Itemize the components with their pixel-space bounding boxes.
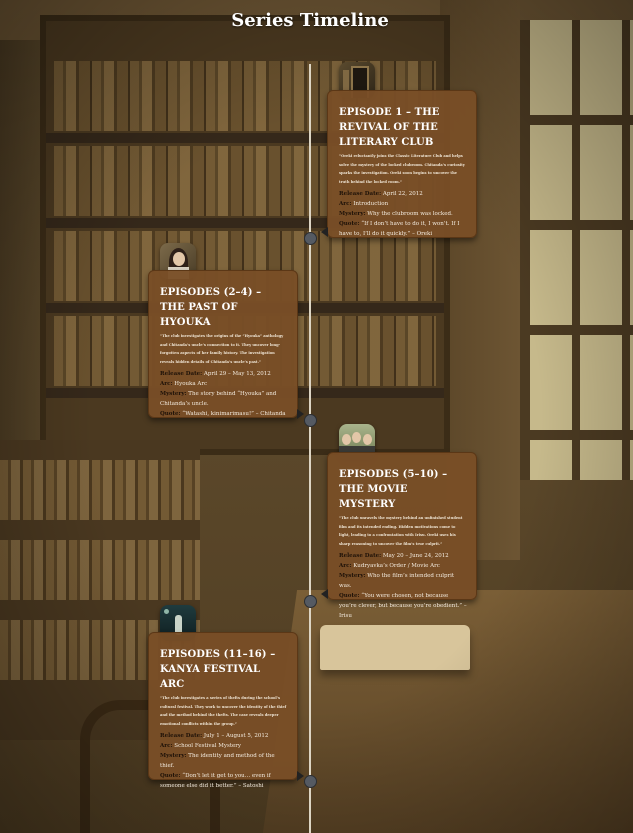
event-description: “The club investigates a series of theft… <box>160 696 287 726</box>
event-description: “The club unravels the mystery behind an… <box>339 516 463 546</box>
event-quote-row: Quote: “You were chosen, not because you… <box>339 593 467 619</box>
page-title: Series Timeline <box>231 10 389 31</box>
event-release-row: Release Date: May 20 – June 24, 2012 <box>339 553 449 559</box>
event-arc-row: Arc: School Festival Mystery <box>160 743 242 749</box>
event-description: “Oreki reluctantly joins the Classic Lit… <box>339 154 465 184</box>
timeline-node[interactable] <box>304 232 317 245</box>
event-heading: EPISODE 1 – THE REVIVAL OF THE LITERARY … <box>339 107 440 148</box>
event-release-row: Release Date: April 22, 2012 <box>339 191 423 197</box>
timeline-axis <box>309 64 311 833</box>
event-quote-row: Quote: “Don’t let it get to you… even if… <box>160 773 271 789</box>
event-heading: EPISODES (11–16) – KANYA FESTIVAL ARC <box>160 649 276 690</box>
timeline-card-episodes-2-4[interactable]: EPISODES (2–4) – THE PAST OF HYOUKA “The… <box>148 270 304 419</box>
event-mystery-row: Mystery: Why the clubroom was locked. <box>339 211 453 217</box>
event-quote-row: Quote: “If I don’t have to do it, I won’… <box>339 221 460 237</box>
timeline-card-episode-1[interactable]: EPISODE 1 – THE REVIVAL OF THE LITERARY … <box>321 90 477 238</box>
event-release-row: Release Date: April 29 – May 13, 2012 <box>160 371 271 377</box>
event-heading: EPISODES (2–4) – THE PAST OF HYOUKA <box>160 287 262 328</box>
event-mystery-row: Mystery: The story behind “Hyouka” and C… <box>160 391 277 407</box>
event-heading: EPISODES (5–10) – THE MOVIE MYSTERY <box>339 469 448 510</box>
event-description: “The club investigates the origins of th… <box>160 334 284 364</box>
event-mystery-row: Mystery: The identity and method of the … <box>160 753 275 769</box>
timeline-node[interactable] <box>304 595 317 608</box>
timeline-card-episodes-11-16[interactable]: EPISODES (11–16) – KANYA FESTIVAL ARC “T… <box>148 632 304 789</box>
library-background <box>0 0 633 833</box>
event-arc-row: Arc: Introduction <box>339 201 389 207</box>
timeline-node[interactable] <box>304 775 317 788</box>
event-release-row: Release Date: July 1 – August 5, 2012 <box>160 733 269 739</box>
event-arc-row: Arc: Hyouka Arc <box>160 381 208 387</box>
event-quote-row: Quote: “Watashi, kinimarimasu!” – Chitan… <box>160 411 286 417</box>
timeline-card-episodes-5-10[interactable]: EPISODES (5–10) – THE MOVIE MYSTERY “The… <box>321 452 477 619</box>
timeline-node[interactable] <box>304 414 317 427</box>
event-arc-row: Arc: Kudryavka’s Order / Movie Arc <box>339 563 440 569</box>
event-mystery-row: Mystery: Who the film’s intended culprit… <box>339 573 455 589</box>
